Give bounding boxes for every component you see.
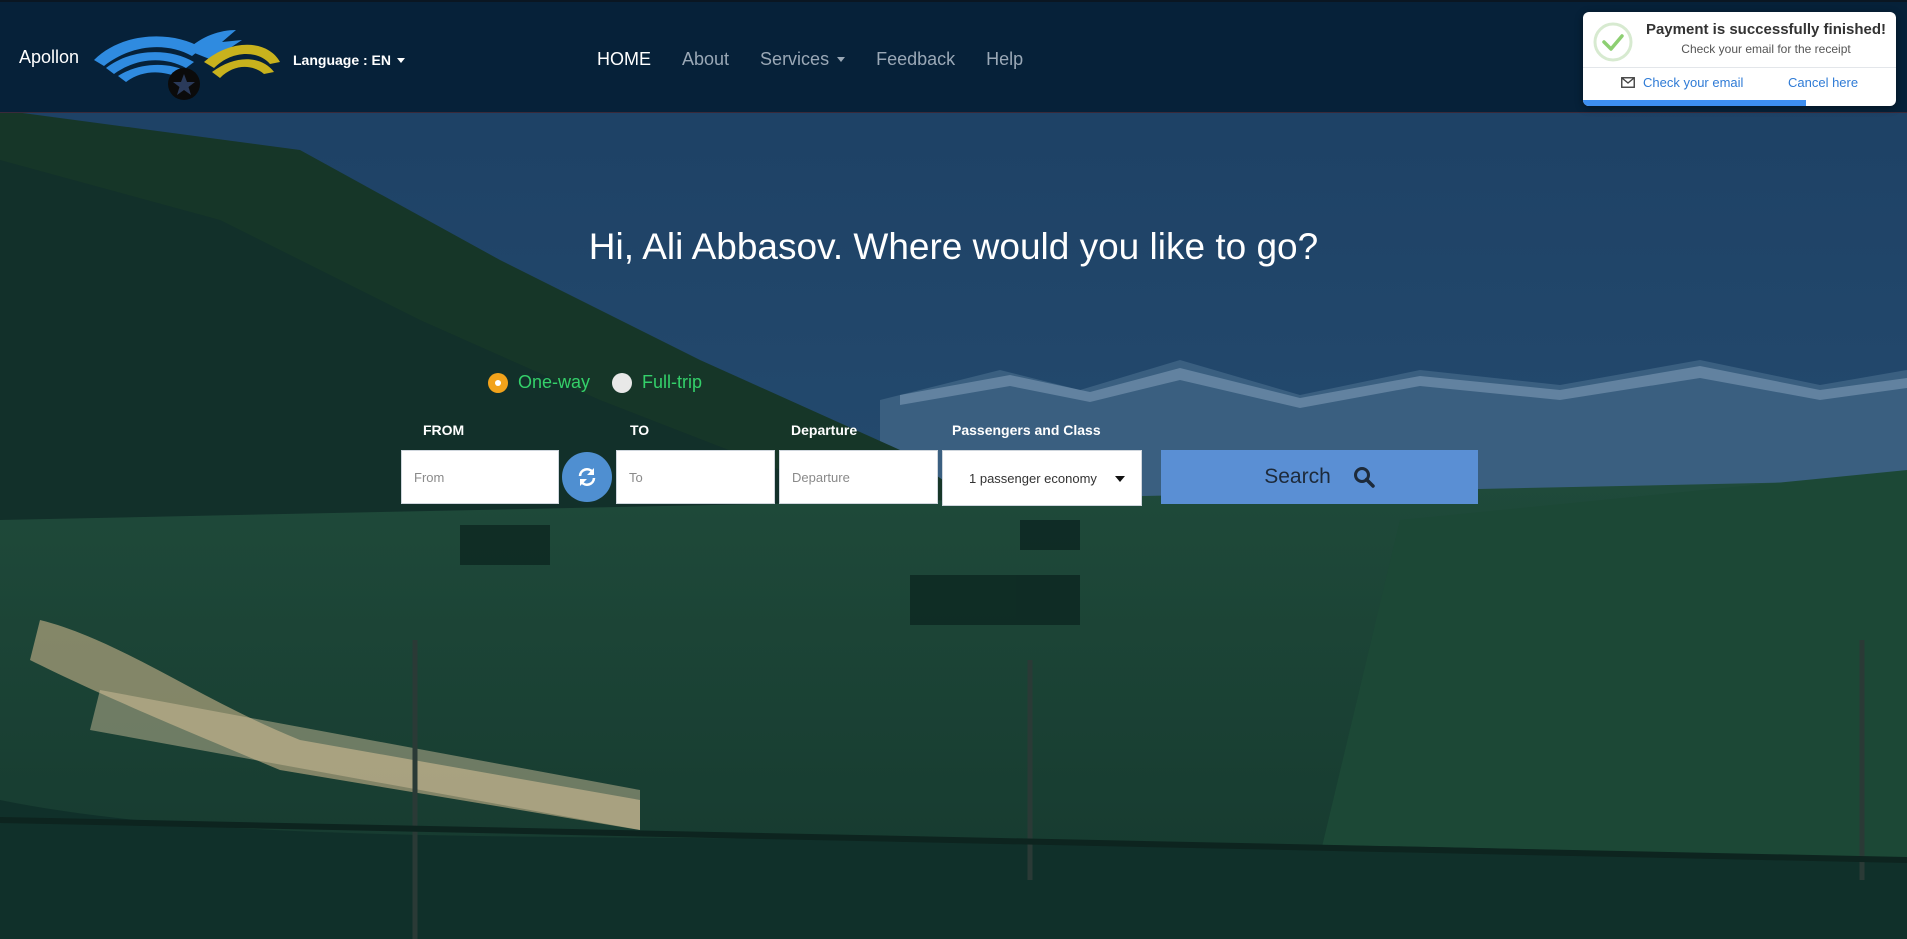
payment-success-toast: Payment is successfully finished! Check …: [1583, 12, 1896, 106]
radio-full-trip-label: Full-trip: [642, 372, 703, 392]
search-icon: [1353, 467, 1375, 488]
nav-services-label: Services: [760, 49, 830, 69]
chevron-down-icon: [1115, 476, 1125, 482]
passengers-class-value: 1 passenger economy: [969, 470, 1097, 486]
chevron-down-icon: [837, 57, 846, 62]
check-email-link[interactable]: Check your email: [1621, 75, 1743, 90]
nav-home-label: HOME: [597, 49, 651, 69]
to-label: TO: [630, 422, 650, 438]
apollon-logo-icon[interactable]: [92, 22, 282, 102]
nav-home[interactable]: HOME: [597, 49, 651, 70]
passengers-class-select[interactable]: 1 passenger economy: [942, 450, 1142, 506]
main-nav: HOME About Services Feedback Help: [597, 49, 1054, 70]
toast-progress-bar: [1583, 100, 1806, 106]
chevron-down-icon: [397, 57, 406, 63]
cancel-link[interactable]: Cancel here: [1788, 75, 1858, 90]
toast-title: Payment is successfully finished!: [1645, 21, 1887, 38]
nav-feedback[interactable]: Feedback: [876, 49, 955, 70]
from-label: FROM: [423, 422, 465, 438]
envelope-icon: [1621, 77, 1635, 88]
radio-selected-icon: [488, 372, 508, 393]
nav-services[interactable]: Services: [760, 49, 846, 70]
swap-locations-button[interactable]: [562, 452, 612, 502]
to-input[interactable]: [616, 450, 775, 504]
nav-help[interactable]: Help: [986, 49, 1023, 70]
from-input[interactable]: [401, 450, 559, 504]
trip-type-group: One-way Full-trip: [488, 372, 702, 393]
toast-divider: [1583, 67, 1896, 68]
brand-name[interactable]: Apollon: [19, 47, 79, 68]
departure-label: Departure: [791, 422, 858, 438]
radio-full-trip[interactable]: Full-trip: [612, 372, 702, 393]
nav-about-label: About: [682, 49, 730, 69]
nav-about[interactable]: About: [682, 49, 729, 70]
language-selector[interactable]: Language : EN: [293, 52, 406, 68]
page-title: Hi, Ali Abbasov. Where would you like to…: [588, 226, 1319, 267]
nav-help-label: Help: [986, 49, 1024, 69]
toast-subtitle: Check your email for the receipt: [1681, 42, 1851, 56]
cancel-label: Cancel here: [1788, 75, 1859, 90]
departure-input[interactable]: [779, 450, 938, 504]
radio-unselected-icon: [612, 372, 633, 393]
refresh-icon: [578, 468, 596, 486]
check-email-label: Check your email: [1643, 75, 1744, 90]
radio-one-way[interactable]: One-way: [488, 372, 590, 393]
radio-one-way-label: One-way: [518, 372, 591, 392]
search-button-label: Search: [1264, 465, 1331, 488]
nav-feedback-label: Feedback: [876, 49, 956, 69]
language-label: Language : EN: [293, 52, 392, 68]
passengers-class-label: Passengers and Class: [952, 422, 1101, 438]
search-button[interactable]: Search: [1161, 450, 1478, 504]
success-check-icon: [1593, 22, 1633, 62]
